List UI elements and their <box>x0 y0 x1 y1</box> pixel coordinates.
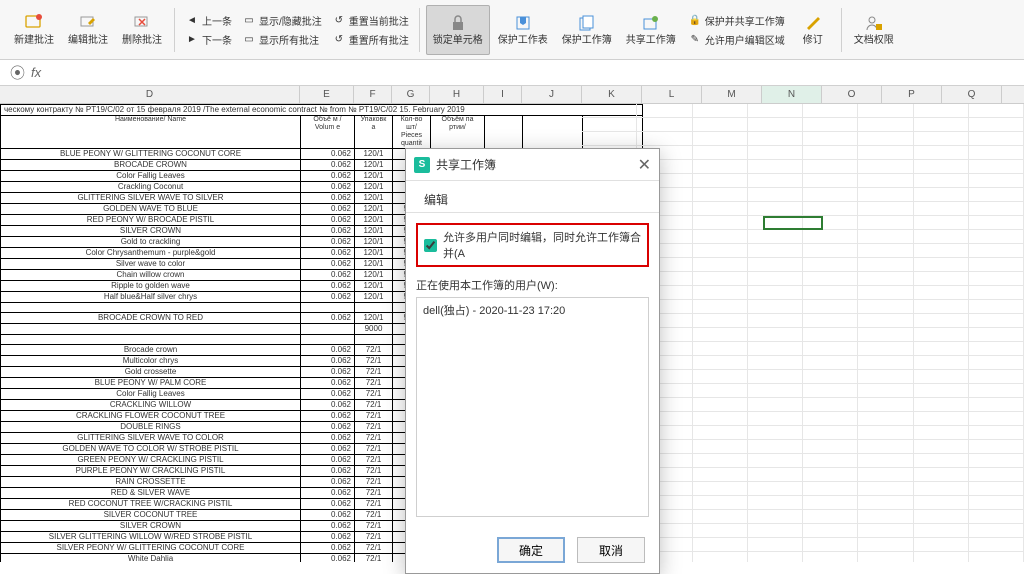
col-P[interactable]: P <box>882 86 942 103</box>
revise-button[interactable]: 修订 <box>791 5 835 55</box>
allow-edit-ranges-button[interactable]: ✎允许用户编辑区域 <box>684 31 789 48</box>
dialog-titlebar[interactable]: S 共享工作簿 ✕ <box>406 149 659 181</box>
reset-all-icon: ↺ <box>332 32 346 46</box>
ok-button[interactable]: 确定 <box>497 537 565 563</box>
protect-book-button[interactable]: 保护工作簿 <box>556 5 618 55</box>
new-comment-button[interactable]: 新建批注 <box>8 5 60 55</box>
col-J[interactable]: J <box>522 86 582 103</box>
col-I[interactable]: I <box>484 86 522 103</box>
comment-new-icon <box>24 13 44 33</box>
edit-range-icon: ✎ <box>688 32 702 46</box>
permission-icon <box>864 13 884 33</box>
dialog-tabs: 编辑 <box>406 181 659 213</box>
allow-multiuser-label: 允许多用户同时编辑，同时允许工作簿合并(A <box>443 229 641 261</box>
col-G[interactable]: G <box>392 86 430 103</box>
cancel-button[interactable]: 取消 <box>577 537 645 563</box>
col-F[interactable]: F <box>354 86 392 103</box>
share-workbook-dialog: S 共享工作簿 ✕ 编辑 允许多用户同时编辑，同时允许工作簿合并(A 正在使用本… <box>405 148 660 574</box>
comment-delete-icon <box>132 13 152 33</box>
shield-sheet-icon <box>513 13 533 33</box>
formula-bar: ⦿ fx <box>0 60 1024 86</box>
col-E[interactable]: E <box>300 86 354 103</box>
ribbon: 新建批注 编辑批注 删除批注 ◄上一条 ►下一条 ▭显示/隐藏批注 ▭显示所有批… <box>0 0 1024 60</box>
app-icon: S <box>414 157 430 173</box>
users-label: 正在使用本工作簿的用户(W): <box>416 277 649 293</box>
allow-multiuser-checkbox[interactable] <box>424 239 437 252</box>
share-workbook-button[interactable]: 共享工作簿 <box>620 5 682 55</box>
close-icon[interactable]: ✕ <box>638 155 651 175</box>
lock-icon <box>448 13 468 33</box>
share-icon <box>641 13 661 33</box>
col-D[interactable]: D <box>0 86 300 103</box>
users-listbox[interactable]: dell(独占) - 2020-11-23 17:20 <box>416 297 649 517</box>
comment-icon: ▭ <box>242 13 256 27</box>
protect-sheet-button[interactable]: 保护工作表 <box>492 5 554 55</box>
lock-share-icon: 🔒 <box>688 13 702 27</box>
lock-cell-button[interactable]: 锁定单元格 <box>426 5 490 55</box>
show-hide-comment-button[interactable]: ▭显示/隐藏批注 <box>238 12 326 29</box>
col-K[interactable]: K <box>582 86 642 103</box>
col-Q[interactable]: Q <box>942 86 1002 103</box>
col-H[interactable]: H <box>430 86 484 103</box>
doc-permission-button[interactable]: 文档权限 <box>848 5 900 55</box>
protect-share-button[interactable]: 🔒保护并共享工作簿 <box>684 12 789 29</box>
arrow-left-icon: ◄ <box>185 13 199 27</box>
next-comment-button[interactable]: ►下一条 <box>181 31 236 48</box>
name-box-icon[interactable]: ⦿ <box>10 62 25 83</box>
reset-current-button[interactable]: ↺重置当前批注 <box>328 12 413 29</box>
edit-comment-button[interactable]: 编辑批注 <box>62 5 114 55</box>
show-all-comments-button[interactable]: ▭显示所有批注 <box>238 31 326 48</box>
col-M[interactable]: M <box>702 86 762 103</box>
shield-book-icon <box>577 13 597 33</box>
reset-icon: ↺ <box>332 13 346 27</box>
reset-all-button[interactable]: ↺重置所有批注 <box>328 31 413 48</box>
col-N[interactable]: N <box>762 86 822 103</box>
revise-icon <box>803 13 823 33</box>
delete-comment-button[interactable]: 删除批注 <box>116 5 168 55</box>
allow-multiuser-checkbox-row[interactable]: 允许多用户同时编辑，同时允许工作簿合并(A <box>416 223 649 267</box>
arrow-right-icon: ► <box>185 32 199 46</box>
fx-label[interactable]: fx <box>31 65 41 80</box>
dialog-title: 共享工作簿 <box>436 156 496 173</box>
col-L[interactable]: L <box>642 86 702 103</box>
comment-edit-icon <box>78 13 98 33</box>
tab-edit[interactable]: 编辑 <box>416 187 456 212</box>
comments-icon: ▭ <box>242 32 256 46</box>
column-headers: D E F G H I J K L M N O P Q <box>0 86 1024 104</box>
user-entry[interactable]: dell(独占) - 2020-11-23 17:20 <box>423 302 642 318</box>
prev-comment-button[interactable]: ◄上一条 <box>181 12 236 29</box>
col-O[interactable]: O <box>822 86 882 103</box>
